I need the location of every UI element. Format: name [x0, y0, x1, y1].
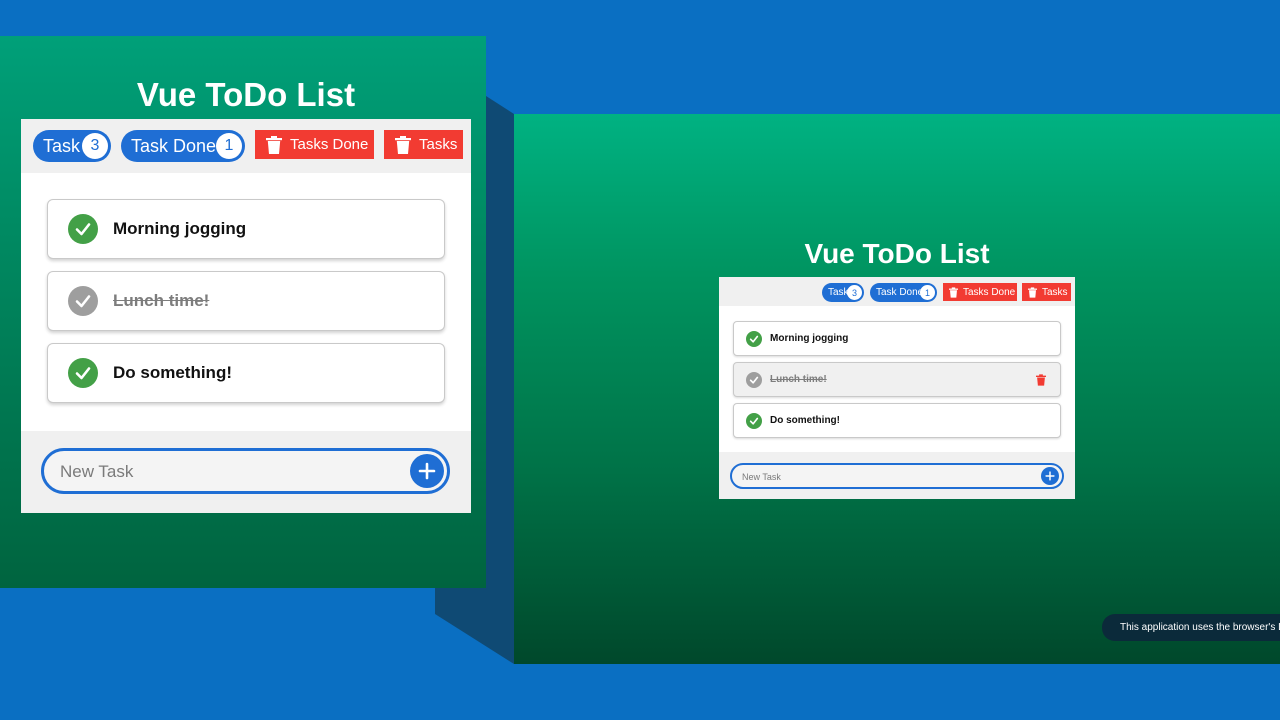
- zoomed-app-panel: Vue ToDo List Task 3 Task Done 1 Tasks D…: [0, 36, 486, 588]
- task-item[interactable]: Morning jogging: [733, 321, 1061, 356]
- new-task-field: [41, 448, 450, 494]
- task-count-value: 3: [847, 285, 862, 300]
- task-done-value: 1: [920, 285, 935, 300]
- task-count-label: Task: [828, 287, 849, 298]
- task-count-label: Task: [43, 135, 81, 156]
- new-task-input[interactable]: [58, 459, 392, 485]
- task-done-count-badge[interactable]: Task Done 1: [870, 283, 937, 302]
- clear-all-label: Tasks: [1042, 286, 1068, 298]
- clear-all-tasks-button[interactable]: Tasks: [1022, 283, 1071, 301]
- task-count-badge[interactable]: Task 3: [822, 283, 864, 302]
- task-label: Morning jogging: [770, 333, 849, 344]
- new-task-bar: [719, 452, 1075, 499]
- delete-task-icon[interactable]: [1036, 374, 1046, 386]
- check-icon[interactable]: [68, 358, 98, 388]
- clear-all-tasks-button[interactable]: Tasks: [384, 130, 463, 159]
- clear-done-tasks-button[interactable]: Tasks Done: [943, 283, 1017, 301]
- trash-icon: [1028, 286, 1037, 298]
- task-item[interactable]: Morning jogging: [47, 199, 445, 259]
- app-title: Vue ToDo List: [136, 76, 356, 113]
- task-done-label: Task Done: [876, 287, 924, 298]
- task-label: Lunch time!: [770, 374, 827, 385]
- new-task-bar: [21, 431, 471, 513]
- task-label: Morning jogging: [113, 219, 247, 238]
- todo-card: Task 3 Task Done 1 Tasks Done Tasks Morn…: [719, 277, 1075, 499]
- clear-done-tasks-button[interactable]: Tasks Done: [255, 130, 374, 159]
- task-item[interactable]: Do something!: [47, 343, 445, 403]
- task-done-label: Task Done: [131, 135, 217, 156]
- new-task-field: [730, 463, 1064, 489]
- plus-icon: [418, 462, 436, 480]
- full-app-view: Vue ToDo List Task 3 Task Done 1 Tasks D…: [514, 114, 1280, 664]
- task-done-count-badge[interactable]: Task Done 1: [121, 130, 245, 162]
- check-icon[interactable]: [68, 214, 98, 244]
- new-task-input[interactable]: [740, 469, 1024, 485]
- check-icon[interactable]: [746, 330, 762, 347]
- trash-icon: [266, 135, 282, 154]
- toolbar: Task 3 Task Done 1 Tasks Done Tasks: [21, 119, 471, 173]
- clear-done-label: Tasks Done: [963, 286, 1016, 298]
- task-count-badge[interactable]: Task 3: [33, 130, 111, 162]
- trash-icon: [395, 135, 411, 154]
- add-task-button[interactable]: [410, 454, 444, 488]
- task-label: Lunch time!: [113, 291, 210, 310]
- check-icon[interactable]: [746, 371, 762, 388]
- task-list: Morning jogging Lunch time! Do something…: [47, 199, 445, 415]
- task-item[interactable]: Lunch time!: [47, 271, 445, 331]
- trash-icon: [949, 286, 958, 298]
- app-title: Vue ToDo List: [804, 238, 990, 269]
- plus-icon: [1045, 471, 1055, 481]
- todo-card: Task 3 Task Done 1 Tasks Done Tasks Morn…: [21, 119, 471, 513]
- add-task-button[interactable]: [1041, 467, 1059, 485]
- task-label: Do something!: [113, 363, 232, 382]
- task-item[interactable]: Lunch time!: [733, 362, 1061, 397]
- clear-all-label: Tasks: [419, 136, 458, 153]
- task-done-value: 1: [216, 133, 242, 159]
- toolbar: Task 3 Task Done 1 Tasks Done Tasks: [719, 277, 1075, 306]
- check-icon[interactable]: [68, 286, 98, 316]
- task-count-value: 3: [82, 133, 108, 159]
- clear-done-label: Tasks Done: [290, 136, 369, 153]
- task-item[interactable]: Do something!: [733, 403, 1061, 438]
- task-list: Morning jogging Lunch time! Do something…: [733, 321, 1061, 444]
- check-icon[interactable]: [746, 412, 762, 429]
- task-label: Do something!: [770, 415, 840, 426]
- local-storage-notice: This application uses the browser's Loc: [1102, 614, 1280, 641]
